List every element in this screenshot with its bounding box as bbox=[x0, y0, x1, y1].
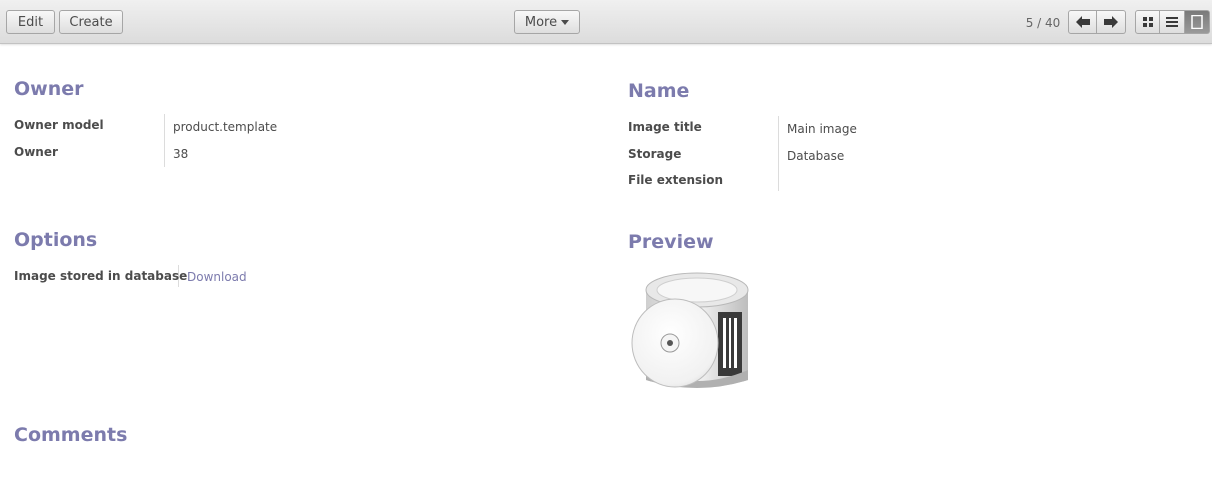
kanban-view-icon bbox=[1142, 17, 1153, 27]
download-link[interactable]: Download bbox=[187, 270, 247, 284]
next-record-button[interactable] bbox=[1097, 10, 1126, 34]
caret-down-icon bbox=[561, 19, 570, 25]
owner-section-title: Owner bbox=[14, 78, 84, 100]
arrow-left-icon bbox=[1075, 16, 1090, 28]
list-view-button[interactable] bbox=[1160, 10, 1185, 34]
name-divider bbox=[778, 116, 779, 191]
more-dropdown-button[interactable]: More bbox=[514, 10, 580, 34]
arrow-right-icon bbox=[1104, 16, 1118, 28]
control-panel: Edit Create More 5 / 40 bbox=[0, 0, 1212, 44]
options-section-title: Options bbox=[14, 229, 98, 251]
owner-model-label: Owner model bbox=[14, 118, 104, 132]
view-switcher bbox=[1135, 10, 1210, 34]
comments-section-title: Comments bbox=[14, 424, 128, 446]
owner-label: Owner bbox=[14, 145, 58, 159]
image-title-label: Image title bbox=[628, 120, 702, 134]
file-extension-label: File extension bbox=[628, 173, 724, 187]
list-view-icon bbox=[1166, 17, 1178, 27]
image-title-value: Main image bbox=[787, 122, 857, 136]
cd-spindle-image bbox=[631, 272, 749, 388]
edit-button[interactable]: Edit bbox=[6, 10, 55, 34]
pager-buttons bbox=[1068, 10, 1126, 34]
storage-label: Storage bbox=[628, 147, 682, 161]
owner-model-value: product.template bbox=[173, 120, 278, 134]
form-view-button[interactable] bbox=[1185, 10, 1210, 34]
preview-section-title: Preview bbox=[628, 231, 714, 253]
owner-divider bbox=[164, 114, 165, 167]
more-label: More bbox=[524, 14, 558, 30]
previous-record-button[interactable] bbox=[1068, 10, 1097, 34]
pager-counter: 5 / 40 bbox=[1025, 16, 1061, 30]
name-section-title: Name bbox=[628, 80, 690, 102]
stored-in-database-label: Image stored in database bbox=[14, 269, 188, 283]
storage-value: Database bbox=[787, 149, 845, 163]
kanban-view-button[interactable] bbox=[1135, 10, 1160, 34]
form-view-icon bbox=[1191, 15, 1203, 29]
owner-value: 38 bbox=[173, 147, 189, 161]
create-button[interactable]: Create bbox=[59, 10, 123, 34]
